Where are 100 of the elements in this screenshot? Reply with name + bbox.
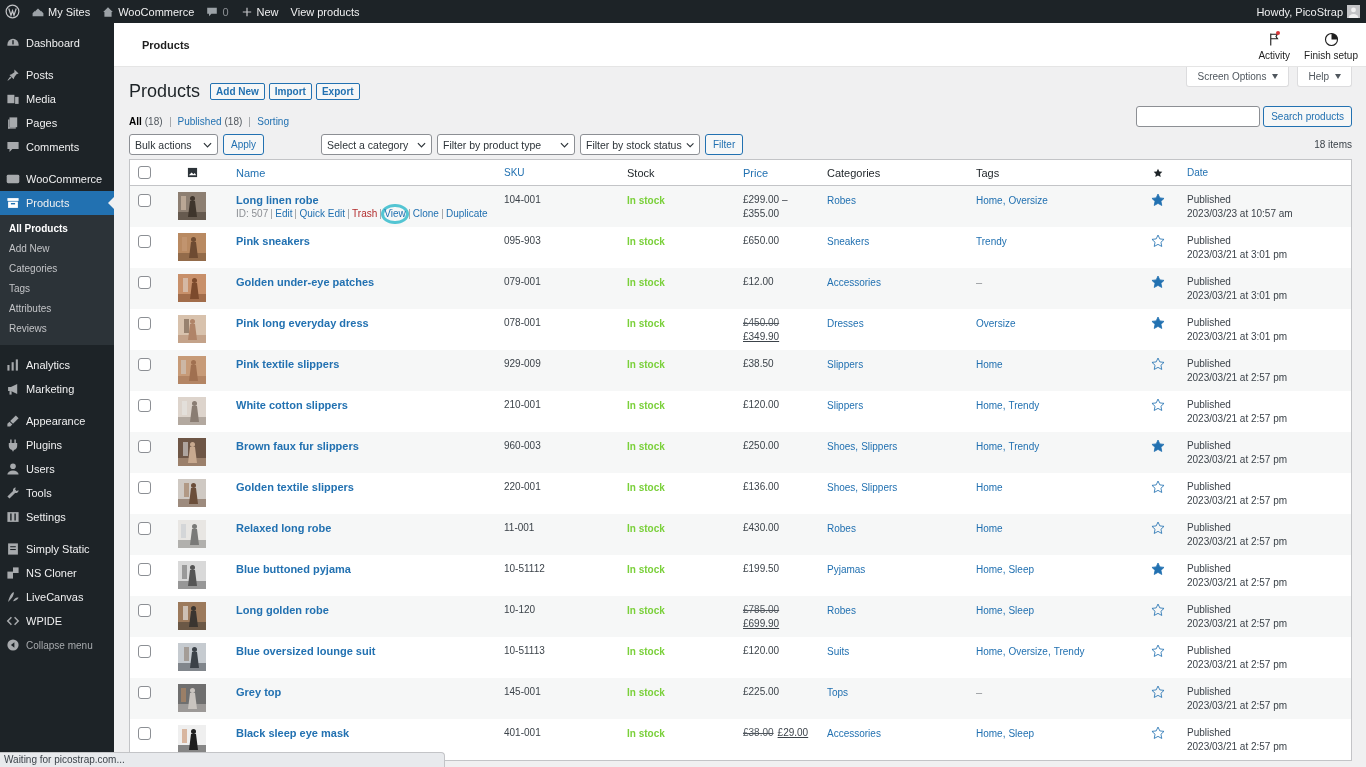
- row-checkbox[interactable]: [138, 727, 151, 740]
- sidebar-menu-item[interactable]: Pages: [0, 111, 114, 135]
- category-link[interactable]: Robes: [827, 195, 856, 206]
- category-link[interactable]: Accessories: [827, 728, 881, 739]
- row-action-link[interactable]: Quick Edit: [299, 207, 346, 221]
- product-name-link[interactable]: Pink sneakers: [236, 235, 310, 247]
- search-button[interactable]: Search products: [1263, 106, 1352, 127]
- sidebar-menu-item[interactable]: WPIDE: [0, 609, 114, 633]
- row-checkbox[interactable]: [138, 399, 151, 412]
- sidebar-menu-item[interactable]: Comments: [0, 135, 114, 159]
- sidebar-menu-item[interactable]: Collapse menu: [0, 633, 114, 657]
- submenu-item[interactable]: Tags: [0, 279, 114, 299]
- tag-link[interactable]: Oversize: [976, 318, 1016, 329]
- header-action[interactable]: Finish setup: [1304, 28, 1358, 61]
- tag-link[interactable]: Sleep: [1008, 728, 1035, 739]
- sidebar-menu-item[interactable]: Plugins: [0, 433, 114, 457]
- admin-bar-item[interactable]: My Sites: [32, 5, 91, 18]
- status-view-link[interactable]: Published (18): [177, 116, 243, 127]
- row-checkbox[interactable]: [138, 276, 151, 289]
- tag-link[interactable]: Home: [976, 359, 1003, 370]
- category-link[interactable]: Shoes,: [827, 441, 859, 452]
- row-action-link[interactable]: View: [384, 207, 406, 221]
- category-link[interactable]: Slippers: [827, 359, 864, 370]
- category-link[interactable]: Shoes,: [827, 482, 859, 493]
- filled-star-icon[interactable]: [1150, 193, 1165, 207]
- row-checkbox[interactable]: [138, 440, 151, 453]
- wordpress-logo-icon[interactable]: [5, 4, 20, 19]
- tag-link[interactable]: Home: [976, 482, 1003, 493]
- category-link[interactable]: Slippers: [861, 482, 898, 493]
- filter-button[interactable]: Filter: [705, 134, 744, 155]
- tag-link[interactable]: Home,: [976, 195, 1006, 206]
- category-link[interactable]: Dresses: [827, 318, 864, 329]
- outline-star-icon[interactable]: [1150, 603, 1165, 617]
- outline-star-icon[interactable]: [1150, 480, 1165, 494]
- admin-bar-item[interactable]: New: [240, 5, 279, 18]
- tag-link[interactable]: Trendy: [1008, 400, 1040, 411]
- tag-link[interactable]: Oversize,: [1008, 646, 1051, 657]
- product-name-link[interactable]: Long linen robe: [236, 194, 319, 206]
- product-name-link[interactable]: Brown faux fur slippers: [236, 440, 359, 452]
- row-action-link[interactable]: Edit: [275, 207, 293, 221]
- column-header[interactable]: SKU: [504, 166, 525, 178]
- row-checkbox[interactable]: [138, 481, 151, 494]
- sidebar-menu-item[interactable]: Appearance: [0, 409, 114, 433]
- status-view-link[interactable]: Sorting: [257, 116, 289, 127]
- tag-link[interactable]: Oversize: [1008, 195, 1048, 206]
- submenu-item[interactable]: Attributes: [0, 299, 114, 319]
- sidebar-menu-item[interactable]: LiveCanvas: [0, 585, 114, 609]
- filter-select[interactable]: Select a category: [321, 134, 432, 155]
- filled-star-icon[interactable]: [1150, 439, 1165, 453]
- tag-link[interactable]: Trendy: [976, 236, 1007, 247]
- filled-star-icon[interactable]: [1150, 562, 1165, 576]
- filled-star-icon[interactable]: [1150, 275, 1165, 289]
- sidebar-menu-item[interactable]: Users: [0, 457, 114, 481]
- product-name-link[interactable]: Long golden robe: [236, 604, 329, 616]
- filled-star-icon[interactable]: [1150, 316, 1165, 330]
- product-name-link[interactable]: Grey top: [236, 686, 282, 698]
- outline-star-icon[interactable]: [1150, 521, 1165, 535]
- apply-button[interactable]: Apply: [223, 134, 264, 155]
- category-link[interactable]: Suits: [827, 646, 850, 657]
- sidebar-menu-item[interactable]: Analytics: [0, 353, 114, 377]
- category-link[interactable]: Pyjamas: [827, 564, 866, 575]
- tag-link[interactable]: Trendy: [1053, 646, 1085, 657]
- outline-star-icon[interactable]: [1150, 685, 1165, 699]
- outline-star-icon[interactable]: [1150, 234, 1165, 248]
- row-checkbox[interactable]: [138, 194, 151, 207]
- tag-link[interactable]: Home,: [976, 441, 1006, 452]
- category-link[interactable]: Robes: [827, 605, 856, 616]
- status-view-link[interactable]: All (18): [129, 116, 163, 127]
- column-header[interactable]: Date: [1187, 166, 1209, 178]
- row-checkbox[interactable]: [138, 686, 151, 699]
- submenu-item[interactable]: Categories: [0, 259, 114, 279]
- product-name-link[interactable]: Relaxed long robe: [236, 522, 332, 534]
- tag-link[interactable]: Home,: [976, 564, 1006, 575]
- tag-link[interactable]: Home,: [976, 646, 1006, 657]
- row-action-link[interactable]: Trash: [352, 207, 378, 221]
- outline-star-icon[interactable]: [1150, 398, 1165, 412]
- filter-select[interactable]: Filter by product type: [437, 134, 575, 155]
- product-name-link[interactable]: Blue oversized lounge suit: [236, 645, 376, 657]
- sidebar-menu-item[interactable]: Dashboard: [0, 31, 114, 55]
- product-name-link[interactable]: Pink long everyday dress: [236, 317, 369, 329]
- category-link[interactable]: Robes: [827, 523, 856, 534]
- filter-select[interactable]: Filter by stock status: [580, 134, 700, 155]
- page-title-action[interactable]: Add New: [210, 82, 265, 100]
- sidebar-menu-item[interactable]: Posts: [0, 63, 114, 87]
- tag-link[interactable]: Home,: [976, 728, 1006, 739]
- page-title-action[interactable]: Export: [315, 82, 360, 100]
- category-link[interactable]: Tops: [827, 687, 849, 698]
- tag-link[interactable]: Sleep: [1008, 605, 1035, 616]
- sidebar-menu-item[interactable]: Media: [0, 87, 114, 111]
- header-action[interactable]: Activity: [1258, 28, 1291, 61]
- outline-star-icon[interactable]: [1150, 644, 1165, 658]
- admin-bar-item[interactable]: 0: [206, 5, 229, 18]
- submenu-item[interactable]: Add New: [0, 239, 114, 259]
- account-greeting[interactable]: Howdy, PicoStrap: [1256, 5, 1343, 18]
- category-link[interactable]: Accessories: [827, 277, 881, 288]
- tag-link[interactable]: Home: [976, 523, 1003, 534]
- row-checkbox[interactable]: [138, 358, 151, 371]
- column-header[interactable]: Price: [743, 166, 769, 179]
- category-link[interactable]: Slippers: [827, 400, 864, 411]
- row-action-link[interactable]: Duplicate: [445, 207, 488, 221]
